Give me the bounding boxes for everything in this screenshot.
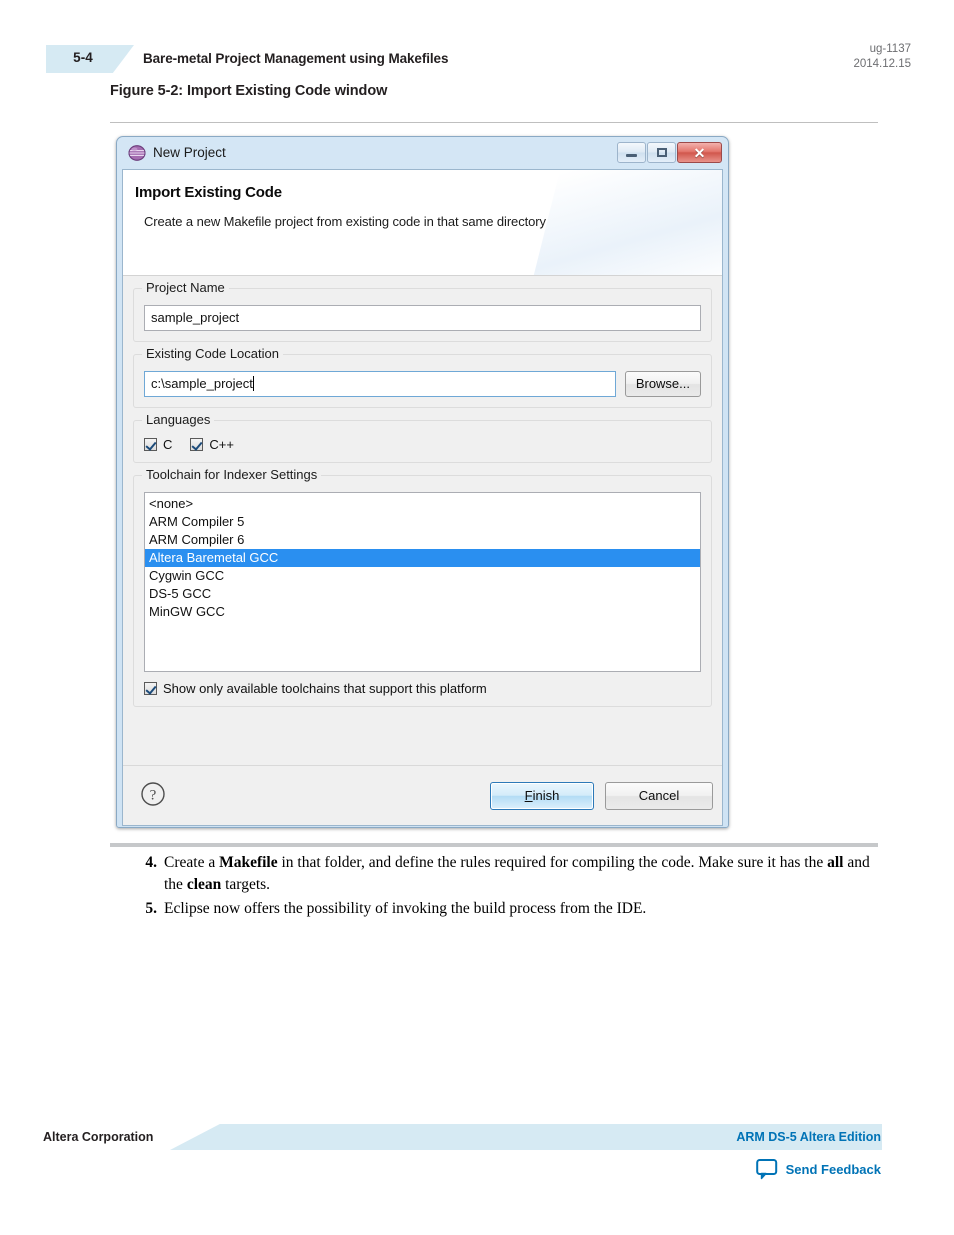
text-caret (252, 376, 254, 391)
window-controls: ✕ (617, 142, 722, 163)
document-date: 2014.12.15 (853, 58, 911, 70)
document-id: ug-1137 (869, 43, 911, 55)
languages-group: Languages C C++ (133, 412, 712, 463)
language-checkbox-c[interactable]: C (144, 437, 172, 452)
list-item-selected[interactable]: Altera Baremetal GCC (145, 549, 700, 567)
language-label-cpp: C++ (209, 437, 234, 452)
help-icon[interactable]: ? (140, 781, 166, 807)
header-gradient-decoration (527, 170, 722, 275)
existing-code-location-label: Existing Code Location (142, 346, 283, 361)
step-number: 5. (145, 900, 157, 917)
project-name-value: sample_project (151, 310, 240, 325)
new-project-dialog: New Project ✕ Import Existing Code Creat… (116, 136, 729, 828)
finish-label-rest: inish (532, 788, 560, 803)
existing-code-location-value: c:\sample_project (151, 376, 253, 391)
checkbox-checked-icon (144, 438, 157, 451)
checkbox-checked-icon (144, 682, 157, 695)
figure-caption: Figure 5-2: Import Existing Code window (110, 83, 388, 99)
show-only-available-toolchains-checkbox[interactable]: Show only available toolchains that supp… (144, 681, 701, 696)
minimize-icon (626, 154, 637, 157)
project-name-group: Project Name sample_project (133, 280, 712, 342)
list-item: 5. Eclipse now offers the possibility of… (137, 898, 882, 920)
languages-label: Languages (142, 412, 215, 427)
cancel-button[interactable]: Cancel (605, 782, 713, 810)
dialog-body: Import Existing Code Create a new Makefi… (122, 169, 723, 826)
project-name-label: Project Name (142, 280, 229, 295)
page-number: 5-4 (73, 50, 93, 65)
step-number: 4. (145, 854, 157, 871)
figure-rule-bottom (110, 843, 878, 847)
procedure-steps: 4. Create a Makefile in that folder, and… (137, 852, 882, 922)
send-feedback-link[interactable]: Send Feedback (755, 1158, 881, 1180)
dialog-button-bar: ? Finish Cancel (123, 765, 722, 825)
toolchain-listbox[interactable]: <none> ARM Compiler 5 ARM Compiler 6 Alt… (144, 492, 701, 672)
svg-text:?: ? (150, 788, 157, 804)
figure-rule-top (110, 122, 878, 123)
existing-code-location-input[interactable]: c:\sample_project (144, 371, 616, 397)
footer-product: ARM DS-5 Altera Edition (736, 1130, 881, 1144)
list-item[interactable]: Cygwin GCC (145, 567, 700, 585)
running-header-title: Bare-metal Project Management using Make… (143, 51, 449, 66)
list-item[interactable]: MinGW GCC (145, 603, 700, 621)
step-text: Create a Makefile in that folder, and de… (164, 854, 870, 893)
step-text: Eclipse now offers the possibility of in… (164, 900, 647, 917)
existing-code-location-group: Existing Code Location c:\sample_project… (133, 346, 712, 408)
project-name-input[interactable]: sample_project (144, 305, 701, 331)
maximize-icon (656, 148, 667, 157)
list-item[interactable]: <none> (145, 495, 700, 513)
language-checkbox-cpp[interactable]: C++ (190, 437, 234, 452)
show-only-available-toolchains-label: Show only available toolchains that supp… (163, 681, 487, 696)
maximize-button[interactable] (647, 142, 676, 163)
close-icon: ✕ (693, 144, 706, 161)
browse-button[interactable]: Browse... (624, 371, 701, 397)
language-label-c: C (163, 437, 173, 452)
toolchain-group: Toolchain for Indexer Settings <none> AR… (133, 467, 712, 707)
dialog-title: New Project (153, 145, 226, 160)
speech-bubble-icon (755, 1159, 777, 1180)
finish-button[interactable]: Finish (490, 782, 594, 810)
footer-company: Altera Corporation (43, 1130, 154, 1144)
wizard-header: Import Existing Code Create a new Makefi… (123, 170, 722, 276)
checkbox-checked-icon (190, 438, 204, 451)
list-item[interactable]: ARM Compiler 6 (145, 531, 700, 549)
minimize-button[interactable] (617, 142, 646, 163)
list-item: 4. Create a Makefile in that folder, and… (137, 852, 882, 896)
list-item[interactable]: DS-5 GCC (145, 585, 700, 603)
finish-mnemonic: F (524, 788, 533, 803)
wizard-content: Project Name sample_project Existing Cod… (123, 276, 722, 707)
wizard-title: Import Existing Code (135, 184, 282, 201)
eclipse-new-project-icon (128, 145, 146, 161)
dialog-titlebar[interactable]: New Project ✕ (122, 141, 723, 169)
document-id-block: ug-1137 2014.12.15 (853, 42, 911, 72)
list-item[interactable]: ARM Compiler 5 (145, 513, 700, 531)
send-feedback-label: Send Feedback (785, 1161, 881, 1177)
toolchain-label: Toolchain for Indexer Settings (142, 467, 322, 482)
close-button[interactable]: ✕ (677, 142, 722, 163)
wizard-description: Create a new Makefile project from exist… (144, 214, 546, 229)
